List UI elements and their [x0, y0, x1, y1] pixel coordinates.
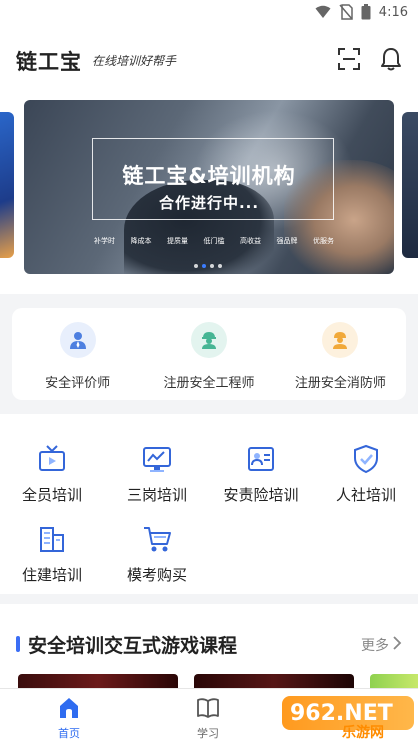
menu-three-posts-training[interactable]: 三岗培训 [105, 444, 209, 505]
id-card-icon [248, 447, 274, 471]
status-bar: 4:16 [0, 0, 418, 24]
menu-construction-training[interactable]: 住建培训 [0, 524, 104, 585]
next-banner-peek[interactable] [402, 112, 418, 258]
roles-card: 安全评价师 注册安全工程师 注册安全消防师 [12, 308, 406, 400]
course-thumbnail[interactable] [194, 674, 354, 688]
building-icon [40, 527, 64, 552]
book-icon [197, 698, 219, 718]
nav-study[interactable]: 学习 [168, 695, 248, 741]
course-thumbnail[interactable] [370, 674, 418, 688]
banner-tags: 补学时 降成本 提质量 低门槛 高收益 强品牌 优服务 [94, 236, 334, 246]
game-course-section: 安全培训交互式游戏课程 更多 [0, 604, 418, 688]
banner-title: 链工宝&培训机构 [122, 164, 296, 188]
monitor-chart-icon [143, 447, 171, 472]
training-menu: 全员培训 三岗培训 安责险培训 人社培训 住建培训 模考购买 [0, 414, 418, 594]
course-thumbnail[interactable] [18, 674, 178, 688]
roles-section: 安全评价师 注册安全工程师 注册安全消防师 [0, 296, 418, 414]
banner-subtitle: 合作进行中... [158, 194, 260, 212]
carousel-dot[interactable] [218, 264, 222, 268]
banner-tag: 降成本 [130, 237, 152, 245]
prev-banner-peek[interactable] [0, 112, 14, 258]
banner-carousel[interactable]: 链工宝&培训机构 合作进行中... 补学时 降成本 提质量 低门槛 高收益 强品… [0, 94, 418, 294]
evaluator-icon [59, 322, 96, 358]
app-logo: 链工宝 [16, 50, 82, 74]
role-label: 注册安全消防师 [294, 376, 386, 391]
carousel-dot-active[interactable] [202, 264, 206, 268]
nav-label: 首页 [58, 727, 80, 740]
menu-label: 模考购买 [126, 566, 187, 584]
menu-liability-insurance-training[interactable]: 安责险培训 [209, 444, 313, 505]
section-title: 安全培训交互式游戏课程 [28, 635, 238, 657]
wifi-icon [315, 5, 331, 18]
menu-hr-social-training[interactable]: 人社培训 [314, 444, 418, 505]
app-header: 链工宝 在线培训好帮手 [0, 24, 418, 94]
menu-label: 全员培训 [21, 486, 82, 504]
site-watermark: 962.NET 乐游网 [282, 692, 418, 742]
nav-home[interactable]: 首页 [29, 695, 109, 741]
app-slogan: 在线培训好帮手 [92, 54, 177, 68]
cart-icon [144, 527, 171, 552]
chevron-right-icon[interactable] [392, 635, 402, 651]
shield-check-icon [354, 444, 378, 474]
carousel-dot[interactable] [210, 264, 214, 268]
scan-icon[interactable] [337, 47, 361, 71]
nav-label: 学习 [197, 727, 219, 740]
banner-slide[interactable]: 链工宝&培训机构 合作进行中... 补学时 降成本 提质量 低门槛 高收益 强品… [24, 100, 394, 274]
status-time: 4:16 [378, 4, 408, 20]
carousel-dot[interactable] [194, 264, 198, 268]
role-label: 安全评价师 [45, 376, 111, 391]
section-accent-bar [16, 636, 20, 652]
menu-label: 住建培训 [21, 566, 82, 584]
menu-mock-exam-purchase[interactable]: 模考购买 [105, 524, 209, 585]
role-evaluator[interactable]: 安全评价师 [12, 308, 143, 400]
bell-icon[interactable] [379, 46, 403, 72]
banner-tag: 低门槛 [203, 237, 225, 245]
banner-tag: 高收益 [240, 237, 261, 245]
role-firefighter[interactable]: 注册安全消防师 [275, 308, 406, 400]
menu-label: 人社培训 [335, 486, 396, 504]
banner-tag: 提质量 [167, 237, 188, 245]
role-label: 注册安全工程师 [163, 376, 255, 391]
battery-icon [361, 4, 371, 20]
menu-label: 安责险培训 [223, 486, 299, 504]
tv-icon [39, 445, 65, 471]
watermark-sub: 乐游网 [342, 725, 384, 741]
home-icon [60, 698, 78, 718]
firefighter-icon [322, 322, 359, 358]
engineer-icon [190, 322, 227, 358]
banner-tag: 补学时 [94, 237, 115, 245]
carousel-dots[interactable] [194, 264, 222, 268]
role-engineer[interactable]: 注册安全工程师 [143, 308, 274, 400]
banner-tag: 优服务 [313, 237, 334, 245]
more-link[interactable]: 更多 [361, 635, 389, 655]
banner-tag: 强品牌 [276, 237, 298, 245]
no-sim-icon [339, 4, 353, 20]
menu-all-staff-training[interactable]: 全员培训 [0, 444, 104, 505]
menu-label: 三岗培训 [126, 486, 187, 504]
